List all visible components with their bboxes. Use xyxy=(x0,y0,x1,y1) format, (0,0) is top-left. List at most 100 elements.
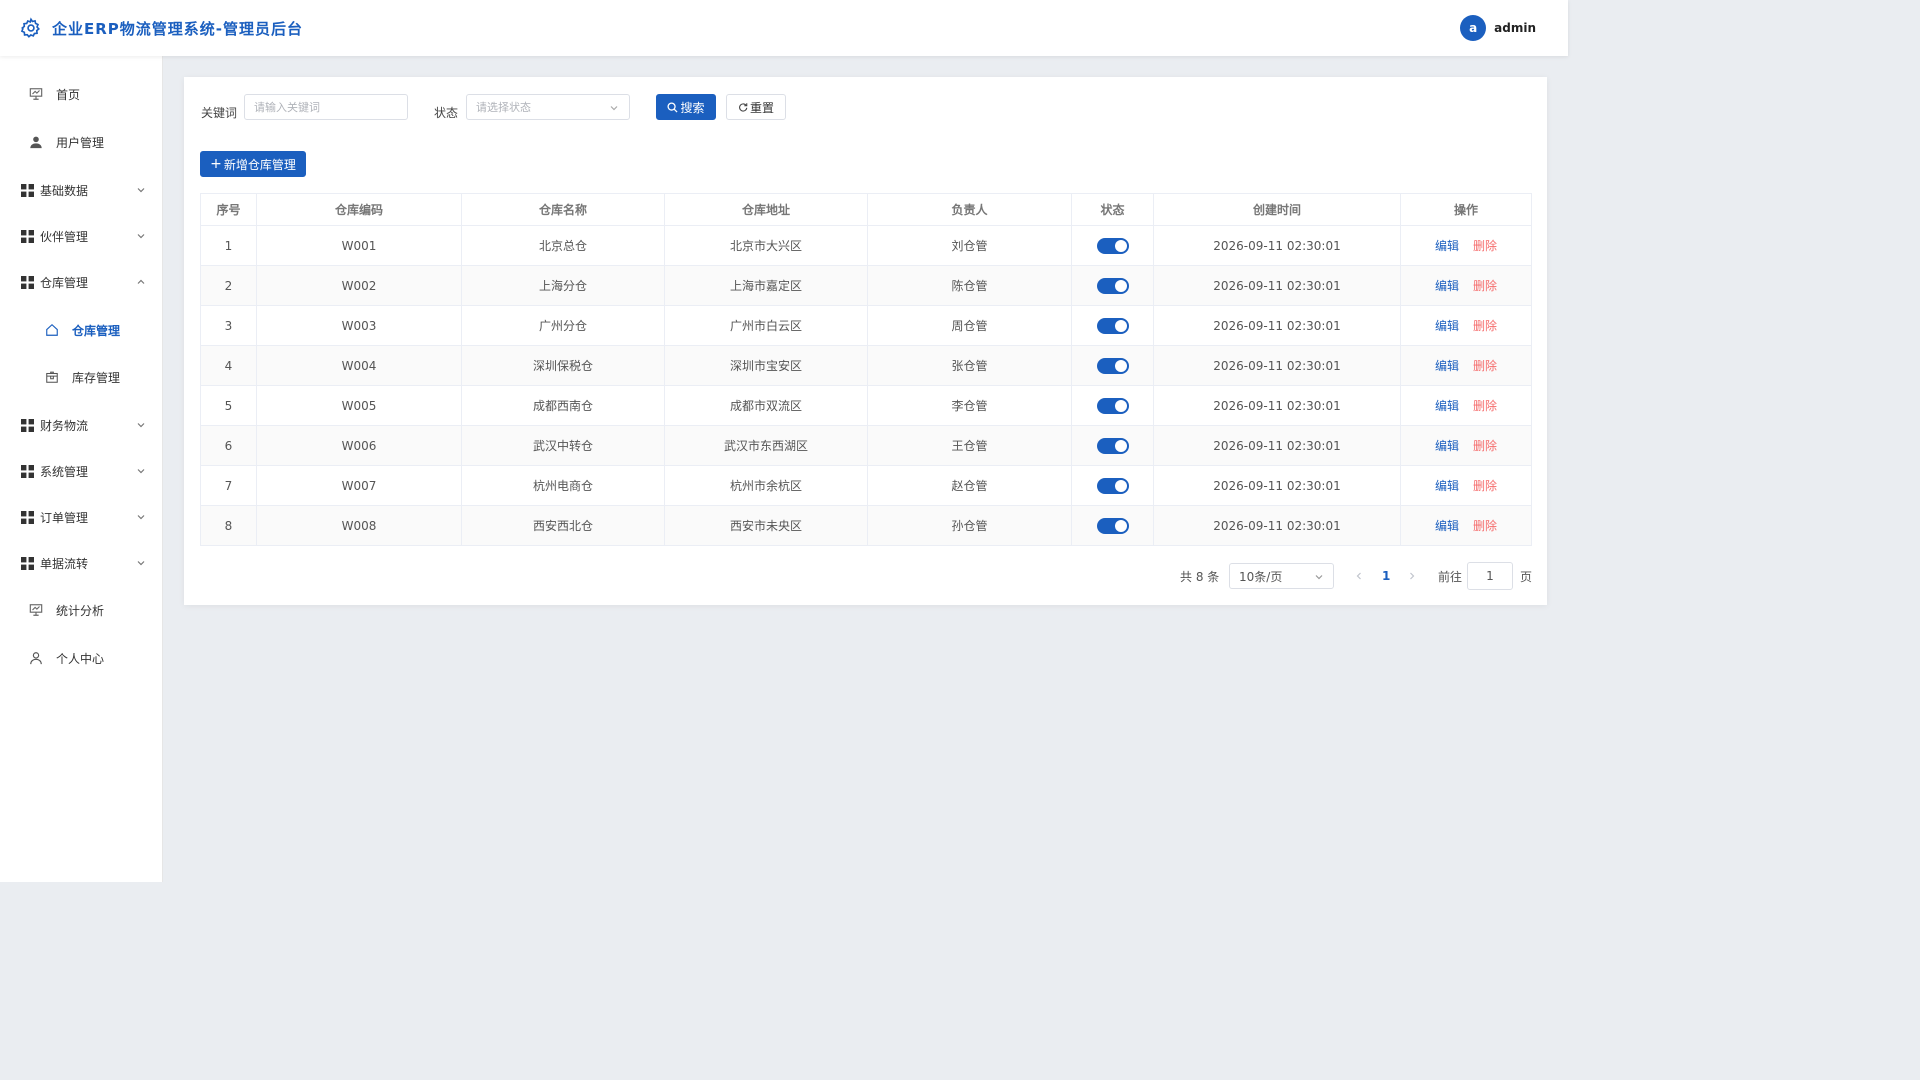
goto-page-input[interactable]: 1 xyxy=(1467,562,1513,590)
sidebar-item-warehouse-group[interactable]: 仓库管理 xyxy=(0,262,163,302)
warehouse-manager: 李仓管 xyxy=(867,385,1072,426)
pagination-total: 共 8 条 xyxy=(1180,569,1220,584)
status-placeholder: 请选择状态 xyxy=(476,101,531,114)
sidebar-item-statistics[interactable]: 统计分析 xyxy=(0,590,163,630)
column-header: 负责人 xyxy=(867,193,1072,226)
warehouse-name: 深圳保税仓 xyxy=(461,345,665,386)
table-row: 5 W005 成都西南仓 成都市双流区 李仓管 2026-09-11 02:30… xyxy=(200,385,1532,426)
status-toggle[interactable] xyxy=(1096,397,1129,414)
column-header: 操作 xyxy=(1400,193,1532,226)
delete-button[interactable]: 删除 xyxy=(1473,277,1497,294)
sidebar-item-label: 个人中心 xyxy=(56,651,105,666)
warehouse-name: 武汉中转仓 xyxy=(461,425,665,466)
presentation-icon xyxy=(28,602,44,618)
reset-button[interactable]: 重置 xyxy=(726,94,786,120)
delete-button[interactable]: 删除 xyxy=(1473,357,1497,374)
created-time: 2026-09-11 02:30:01 xyxy=(1153,345,1401,386)
status-label: 状态 xyxy=(434,106,459,120)
table-row: 8 W008 西安西北仓 西安市未央区 孙仓管 2026-09-11 02:30… xyxy=(200,505,1532,546)
chevron-right-icon[interactable] xyxy=(1407,571,1417,581)
delete-button[interactable]: 删除 xyxy=(1473,237,1497,254)
avatar[interactable]: a xyxy=(1460,15,1487,41)
row-number: 7 xyxy=(200,465,257,506)
grid-icon xyxy=(19,274,35,290)
warehouse-name: 杭州电商仓 xyxy=(461,465,665,506)
edit-button[interactable]: 编辑 xyxy=(1435,317,1459,334)
warehouse-manager: 孙仓管 xyxy=(867,505,1072,546)
table-row: 1 W001 北京总仓 北京市大兴区 刘仓管 2026-09-11 02:30:… xyxy=(200,225,1532,266)
edit-button[interactable]: 编辑 xyxy=(1435,237,1459,254)
sidebar-item-label: 用户管理 xyxy=(56,135,105,150)
column-header: 仓库地址 xyxy=(664,193,868,226)
edit-button[interactable]: 编辑 xyxy=(1435,277,1459,294)
edit-button[interactable]: 编辑 xyxy=(1435,477,1459,494)
box-icon xyxy=(44,369,60,385)
sidebar-item-partners[interactable]: 伙伴管理 xyxy=(0,216,163,256)
edit-button[interactable]: 编辑 xyxy=(1435,397,1459,414)
gear-icon xyxy=(20,17,40,38)
status-toggle[interactable] xyxy=(1096,357,1129,374)
warehouse-manager: 王仓管 xyxy=(867,425,1072,466)
chevron-left-icon[interactable] xyxy=(1354,571,1364,581)
sidebar-item-inventory[interactable]: 库存管理 xyxy=(0,357,163,397)
goto-label: 前往 xyxy=(1438,569,1463,584)
sidebar-item-home[interactable]: 首页 xyxy=(0,74,163,114)
grid-icon xyxy=(19,182,35,198)
delete-button[interactable]: 删除 xyxy=(1473,397,1497,414)
warehouse-address: 上海市嘉定区 xyxy=(664,265,868,306)
sidebar-item-warehouse[interactable]: 仓库管理 xyxy=(0,310,163,350)
delete-button[interactable]: 删除 xyxy=(1473,317,1497,334)
created-time: 2026-09-11 02:30:01 xyxy=(1153,505,1401,546)
plus-icon: + xyxy=(210,156,222,172)
warehouse-code: W003 xyxy=(256,305,462,346)
presentation-icon xyxy=(28,86,44,102)
delete-button[interactable]: 删除 xyxy=(1473,437,1497,454)
sidebar-item-label: 财务物流 xyxy=(40,418,89,433)
sidebar-item-system[interactable]: 系统管理 xyxy=(0,451,163,491)
page-size-select[interactable]: 10条/页 xyxy=(1229,563,1334,589)
sidebar-item-orders[interactable]: 订单管理 xyxy=(0,497,163,537)
warehouse-manager: 陈仓管 xyxy=(867,265,1072,306)
created-time: 2026-09-11 02:30:01 xyxy=(1153,305,1401,346)
grid-icon xyxy=(19,509,35,525)
warehouse-code: W007 xyxy=(256,465,462,506)
sidebar-item-finance-logistics[interactable]: 财务物流 xyxy=(0,405,163,445)
chevron-down-icon xyxy=(137,469,145,474)
table-row: 2 W002 上海分仓 上海市嘉定区 陈仓管 2026-09-11 02:30:… xyxy=(200,265,1532,306)
page-number-current[interactable]: 1 xyxy=(1382,563,1390,589)
chevron-down-icon xyxy=(610,106,618,111)
warehouse-code: W002 xyxy=(256,265,462,306)
keyword-placeholder: 请输入关键词 xyxy=(254,101,320,114)
warehouse-name: 西安西北仓 xyxy=(461,505,665,546)
user-menu[interactable]: a admin xyxy=(1460,15,1548,41)
chevron-down-icon xyxy=(137,423,145,428)
delete-button[interactable]: 删除 xyxy=(1473,517,1497,534)
sidebar-item-users[interactable]: 用户管理 xyxy=(0,122,163,162)
warehouse-code: W004 xyxy=(256,345,462,386)
edit-button[interactable]: 编辑 xyxy=(1435,437,1459,454)
table-header-row: 序号 仓库编码 仓库名称 仓库地址 负责人 状态 创建时间 操作 xyxy=(200,193,1532,226)
status-toggle[interactable] xyxy=(1096,437,1129,454)
sidebar-item-label: 单据流转 xyxy=(40,556,89,571)
delete-button[interactable]: 删除 xyxy=(1473,477,1497,494)
search-button[interactable]: 搜索 xyxy=(656,94,716,120)
status-toggle[interactable] xyxy=(1096,277,1129,294)
row-number: 8 xyxy=(200,505,257,546)
username[interactable]: admin xyxy=(1494,21,1536,35)
keyword-input[interactable]: 请输入关键词 xyxy=(244,94,408,120)
status-select[interactable]: 请选择状态 xyxy=(466,94,630,120)
status-toggle[interactable] xyxy=(1096,477,1129,494)
status-toggle[interactable] xyxy=(1096,517,1129,534)
column-header: 仓库名称 xyxy=(461,193,665,226)
warehouse-name: 成都西南仓 xyxy=(461,385,665,426)
sidebar-item-profile[interactable]: 个人中心 xyxy=(0,638,163,678)
add-warehouse-button[interactable]: + 新增仓库管理 xyxy=(200,151,306,177)
reset-button-label: 重置 xyxy=(749,100,774,115)
sidebar-item-basic-data[interactable]: 基础数据 xyxy=(0,170,163,210)
edit-button[interactable]: 编辑 xyxy=(1435,357,1459,374)
status-toggle[interactable] xyxy=(1096,317,1129,334)
status-toggle[interactable] xyxy=(1096,237,1129,254)
sidebar-item-documents[interactable]: 单据流转 xyxy=(0,543,163,583)
page-size-value: 10条/页 xyxy=(1239,569,1283,584)
edit-button[interactable]: 编辑 xyxy=(1435,517,1459,534)
